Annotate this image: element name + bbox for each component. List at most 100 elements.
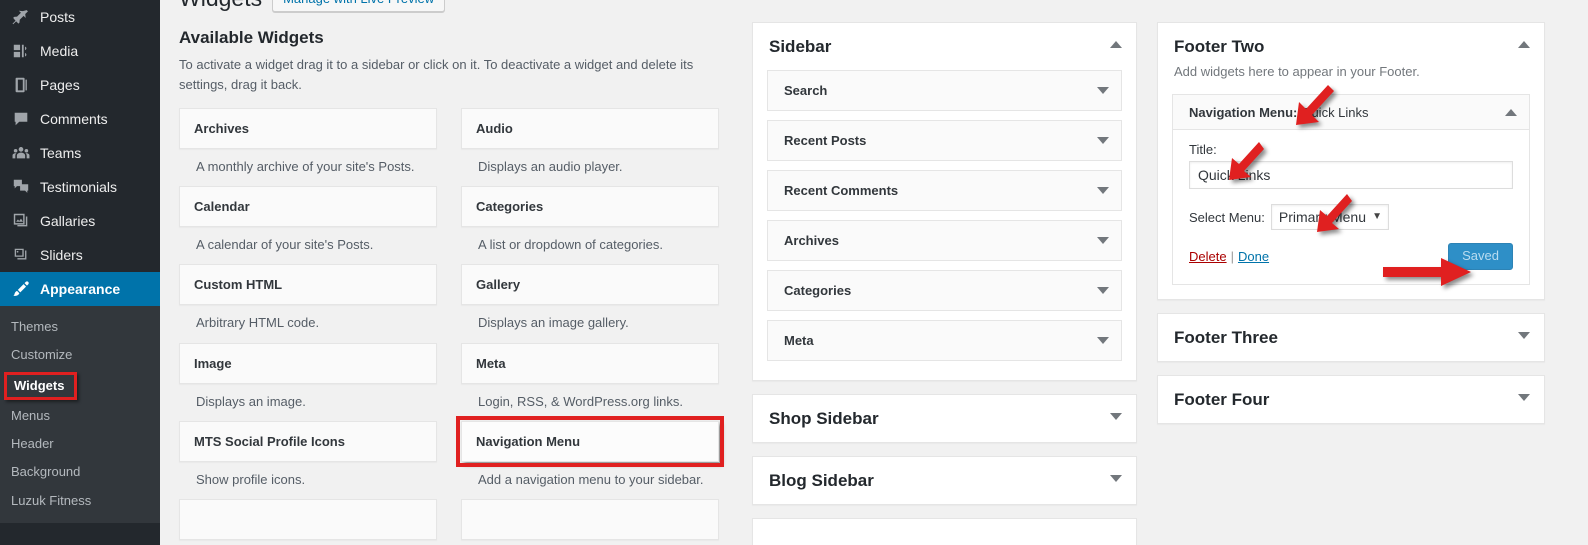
done-link[interactable]: Done (1238, 249, 1269, 264)
widget-row-label: Search (784, 83, 828, 98)
sidebar-item-comments[interactable]: Comments (0, 102, 160, 136)
submenu-item-menus[interactable]: Menus (0, 402, 160, 430)
sidebar-panel-header[interactable] (753, 519, 1136, 545)
comment-icon (11, 109, 31, 129)
widget-description: Displays an image. (196, 393, 306, 409)
sidebar-panel-title: Footer Two (1174, 37, 1265, 56)
available-widget-partial-left (179, 498, 437, 540)
chevron-up-icon[interactable] (1518, 41, 1530, 48)
widget-title[interactable]: Calendar (179, 186, 437, 228)
available-widget-navigation-menu: Navigation Menu Add a navigation menu to… (456, 415, 724, 499)
sidebar-panel-header[interactable]: Sidebar (753, 23, 1136, 70)
select-menu-row: Select Menu: Primary Menu ▼ (1189, 204, 1513, 231)
available-widget-audio: Audio Displays an audio player. (461, 108, 719, 186)
submenu-item-background[interactable]: Background (0, 458, 160, 486)
sidebar-panel-footer-three: Footer Three (1157, 313, 1545, 363)
widget-title[interactable]: Navigation Menu (456, 415, 724, 467)
widget-row-label: Recent Posts (784, 133, 867, 148)
sidebar-widget-meta[interactable]: Meta (767, 320, 1122, 361)
submenu-item-themes[interactable]: Themes (0, 313, 160, 341)
sidebar-item-media[interactable]: Media (0, 34, 160, 68)
widget-title[interactable] (461, 498, 719, 540)
open-widget-header[interactable]: Navigation Menu: Quick Links (1173, 95, 1529, 131)
sidebar-item-gallaries[interactable]: Gallaries (0, 204, 160, 238)
sidebar-panel-title: Sidebar (769, 37, 832, 56)
available-widgets-section: Available Widgets To activate a widget d… (179, 28, 724, 540)
widget-title[interactable]: Meta (461, 342, 719, 384)
sidebar-panel-title: Shop Sidebar (769, 409, 879, 428)
widget-title[interactable]: Custom HTML (179, 264, 437, 306)
chevron-down-icon[interactable] (1097, 187, 1109, 194)
sidebar-widget-categories[interactable]: Categories (767, 270, 1122, 311)
appearance-submenu: Themes Customize Widgets Menus Header Ba… (0, 306, 160, 523)
chevron-down-icon[interactable] (1097, 137, 1109, 144)
chevron-down-icon[interactable] (1518, 332, 1530, 340)
widget-title[interactable]: Gallery (461, 264, 719, 306)
submenu-item-customize[interactable]: Customize (0, 341, 160, 369)
sidebar-item-pages[interactable]: Pages (0, 68, 160, 102)
chevron-down-icon[interactable] (1097, 287, 1109, 294)
sidebar-item-posts[interactable]: Posts (0, 0, 160, 34)
sidebar-item-sliders[interactable]: Sliders (0, 238, 160, 272)
chevron-down-icon: ▼ (1372, 211, 1383, 223)
select-menu-dropdown[interactable]: Primary Menu ▼ (1270, 204, 1390, 231)
manage-with-live-preview-button[interactable]: Manage with Live Preview (272, 0, 446, 12)
submenu-item-luzuk-fitness[interactable]: Luzuk Fitness (0, 487, 160, 515)
title-input[interactable] (1189, 161, 1513, 190)
sidebar-widget-recent-comments[interactable]: Recent Comments (767, 170, 1122, 211)
sidebar-panel-header[interactable]: Footer Three (1158, 314, 1544, 361)
widget-description: A list or dropdown of categories. (478, 237, 663, 253)
testimonial-icon (11, 177, 31, 197)
widget-row-label: Archives (784, 233, 839, 248)
sidebar-panel-title: Blog Sidebar (769, 471, 874, 490)
chevron-down-icon[interactable] (1097, 237, 1109, 244)
sidebar-widget-archives[interactable]: Archives (767, 220, 1122, 261)
widget-description: Arbitrary HTML code. (196, 315, 320, 331)
available-widget-mts-social-profile-icons: MTS Social Profile Icons Show profile ic… (179, 420, 437, 499)
sidebar-panel-description: Add widgets here to appear in your Foote… (1174, 64, 1420, 79)
chevron-up-icon[interactable] (1110, 41, 1122, 48)
available-widget-image: Image Displays an image. (179, 342, 437, 421)
sidebar-widget-search[interactable]: Search (767, 70, 1122, 111)
sidebar-widget-recent-posts[interactable]: Recent Posts (767, 120, 1122, 161)
sidebar-item-testimonials[interactable]: Testimonials (0, 170, 160, 204)
open-widget-instance-title: Quick Links (1301, 104, 1369, 120)
submenu-item-header[interactable]: Header (0, 430, 160, 458)
sidebar-item-appearance[interactable]: Appearance (0, 272, 168, 306)
widget-title[interactable]: Audio (461, 108, 719, 149)
page-title: Widgets (179, 0, 262, 13)
chevron-down-icon[interactable] (1110, 475, 1122, 482)
sidebar-item-label: Appearance (40, 280, 121, 297)
chevron-up-icon[interactable] (1505, 109, 1517, 117)
page-title-row: Widgets Manage with Live Preview (179, 0, 446, 13)
sidebar-panel-title: Footer Three (1174, 328, 1278, 348)
widget-title[interactable]: Image (179, 342, 437, 384)
chevron-down-icon[interactable] (1097, 87, 1109, 94)
submenu-item-widgets[interactable]: Widgets (4, 371, 78, 400)
widget-description: A monthly archive of your site's Posts. (196, 159, 415, 174)
widget-description: Add a navigation menu to your sidebar. (478, 471, 704, 487)
available-widgets-heading: Available Widgets (179, 28, 324, 47)
delete-link[interactable]: Delete (1189, 249, 1227, 264)
sidebar-panel-header[interactable]: Footer Four (1158, 376, 1544, 423)
sidebar-panel-title: Footer Four (1174, 390, 1270, 410)
sidebar-item-teams[interactable]: Teams (0, 136, 160, 170)
sidebar-panel-header[interactable]: Footer Two Add widgets here to appear in… (1158, 23, 1544, 94)
widget-title[interactable]: Archives (179, 108, 437, 149)
sidebar-item-label: Sliders (40, 246, 83, 263)
widget-title[interactable] (179, 498, 437, 540)
widget-row-label: Recent Comments (784, 183, 899, 198)
widget-controls: Delete | Done Saved (1189, 243, 1513, 271)
save-button[interactable]: Saved (1448, 243, 1513, 271)
open-widget-navigation-menu: Navigation Menu: Quick Links Title: Sele… (1172, 94, 1530, 286)
sidebar-panel-body: Search Recent Posts Recent Comments Arch… (753, 70, 1136, 380)
chevron-down-icon[interactable] (1110, 413, 1122, 420)
chevron-down-icon[interactable] (1097, 337, 1109, 344)
sidebar-panel-header[interactable]: Blog Sidebar (753, 457, 1136, 504)
sidebar-item-label: Teams (40, 144, 82, 161)
widget-title[interactable]: Categories (461, 186, 719, 228)
sidebar-panel-sidebar: Sidebar Search Recent Posts Recent Comme… (752, 22, 1137, 381)
chevron-down-icon[interactable] (1518, 394, 1530, 402)
widget-title[interactable]: MTS Social Profile Icons (179, 420, 437, 462)
sidebar-panel-header[interactable]: Shop Sidebar (753, 395, 1136, 442)
